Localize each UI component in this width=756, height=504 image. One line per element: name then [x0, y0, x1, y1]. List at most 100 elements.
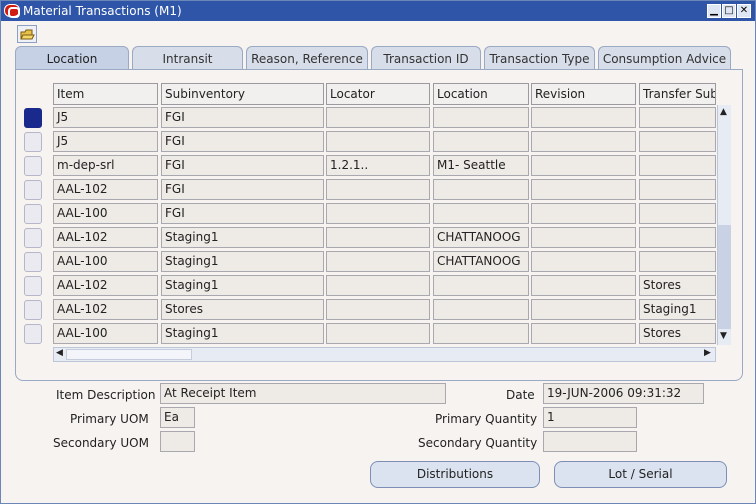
cell-locator[interactable] — [326, 275, 430, 296]
item-description-field[interactable]: At Receipt Item — [160, 383, 446, 404]
cell-subinventory[interactable]: Staging1 — [161, 251, 324, 272]
cell-transfer-sub[interactable] — [639, 107, 716, 128]
cell-revision[interactable] — [531, 323, 636, 344]
cell-revision[interactable] — [531, 299, 636, 320]
scroll-down-icon[interactable]: ▼ — [720, 331, 727, 341]
row-selector[interactable] — [24, 180, 42, 200]
oracle-logo-icon — [4, 4, 20, 18]
row-selector[interactable] — [24, 300, 42, 320]
cell-item[interactable]: AAL-102 — [53, 299, 158, 320]
cell-location[interactable] — [433, 323, 529, 344]
cell-transfer-sub[interactable] — [639, 155, 716, 176]
maximize-icon[interactable]: □ — [722, 4, 736, 18]
cell-location[interactable] — [433, 179, 529, 200]
cell-locator[interactable] — [326, 179, 430, 200]
cell-revision[interactable] — [531, 251, 636, 272]
tab-transaction-id[interactable]: Transaction ID — [371, 46, 481, 70]
cell-locator[interactable] — [326, 203, 430, 224]
cell-transfer-sub[interactable]: Staging1 — [639, 299, 716, 320]
cell-subinventory[interactable]: Stores — [161, 299, 324, 320]
row-selector[interactable] — [24, 252, 42, 272]
cell-locator[interactable] — [326, 299, 430, 320]
cell-transfer-sub[interactable] — [639, 203, 716, 224]
row-selector[interactable] — [24, 276, 42, 296]
open-folder-icon — [20, 29, 35, 40]
cell-subinventory[interactable]: Staging1 — [161, 275, 324, 296]
cell-item[interactable]: m-dep-srl — [53, 155, 158, 176]
cell-location[interactable] — [433, 299, 529, 320]
row-selector[interactable] — [24, 108, 42, 128]
cell-transfer-sub[interactable] — [639, 179, 716, 200]
minimize-icon[interactable]: ▁ — [707, 4, 721, 18]
scroll-right-icon[interactable]: ▶ — [704, 348, 711, 358]
horizontal-scrollbar[interactable]: ◀ ▶ — [53, 347, 716, 362]
cell-locator[interactable] — [326, 107, 430, 128]
cell-locator[interactable] — [326, 227, 430, 248]
material-transactions-window: Material Transactions (M1) ▁ □ ✕ Locatio… — [0, 0, 756, 504]
tab-consumption-advice[interactable]: Consumption Advice — [598, 46, 731, 70]
cell-location[interactable]: CHATTANOOG — [433, 227, 529, 248]
row-selector[interactable] — [24, 204, 42, 224]
cell-revision[interactable] — [531, 227, 636, 248]
cell-location[interactable] — [433, 131, 529, 152]
cell-item[interactable]: J5 — [53, 131, 158, 152]
cell-subinventory[interactable]: FGI — [161, 155, 324, 176]
cell-item[interactable]: AAL-100 — [53, 323, 158, 344]
row-selector[interactable] — [24, 156, 42, 176]
cell-locator[interactable] — [326, 251, 430, 272]
primary-quantity-field[interactable]: 1 — [543, 407, 637, 428]
cell-revision[interactable] — [531, 131, 636, 152]
scroll-up-icon[interactable]: ▲ — [720, 107, 727, 117]
row-selector[interactable] — [24, 228, 42, 248]
cell-transfer-sub[interactable]: Stores — [639, 275, 716, 296]
close-icon[interactable]: ✕ — [737, 4, 751, 18]
tab-transaction-type[interactable]: Transaction Type — [484, 46, 595, 70]
cell-item[interactable]: AAL-100 — [53, 203, 158, 224]
primary-uom-field[interactable]: Ea — [160, 407, 195, 428]
vertical-scrollbar[interactable]: ▲ ▼ — [717, 105, 731, 345]
cell-item[interactable]: AAL-102 — [53, 275, 158, 296]
vertical-scroll-thumb[interactable] — [718, 225, 731, 329]
cell-subinventory[interactable]: FGI — [161, 131, 324, 152]
cell-revision[interactable] — [531, 107, 636, 128]
cell-item[interactable]: AAL-102 — [53, 179, 158, 200]
cell-transfer-sub[interactable]: Stores — [639, 323, 716, 344]
tab-intransit[interactable]: Intransit — [132, 46, 243, 70]
scroll-left-icon[interactable]: ◀ — [56, 348, 63, 358]
cell-locator[interactable]: 1.2.1.. — [326, 155, 430, 176]
cell-location[interactable] — [433, 203, 529, 224]
horizontal-scroll-thumb[interactable] — [66, 349, 192, 360]
cell-revision[interactable] — [531, 155, 636, 176]
row-selector[interactable] — [24, 324, 42, 344]
cell-locator[interactable] — [326, 323, 430, 344]
lot-serial-button[interactable]: Lot / Serial — [554, 461, 727, 488]
cell-item[interactable]: J5 — [53, 107, 158, 128]
cell-item[interactable]: AAL-102 — [53, 227, 158, 248]
cell-transfer-sub[interactable] — [639, 227, 716, 248]
secondary-uom-field[interactable] — [160, 431, 195, 452]
cell-location[interactable]: M1- Seattle — [433, 155, 529, 176]
open-folder-button[interactable] — [17, 25, 37, 43]
cell-location[interactable] — [433, 275, 529, 296]
cell-location[interactable] — [433, 107, 529, 128]
cell-subinventory[interactable]: FGI — [161, 107, 324, 128]
date-field[interactable]: 19-JUN-2006 09:31:32 — [543, 383, 704, 404]
cell-item[interactable]: AAL-100 — [53, 251, 158, 272]
distributions-button[interactable]: Distributions — [370, 461, 540, 488]
cell-subinventory[interactable]: Staging1 — [161, 227, 324, 248]
cell-revision[interactable] — [531, 179, 636, 200]
secondary-quantity-field[interactable] — [543, 431, 637, 452]
cell-subinventory[interactable]: FGI — [161, 203, 324, 224]
cell-transfer-sub[interactable] — [639, 251, 716, 272]
cell-locator[interactable] — [326, 131, 430, 152]
cell-subinventory[interactable]: FGI — [161, 179, 324, 200]
row-selector[interactable] — [24, 132, 42, 152]
cell-revision[interactable] — [531, 203, 636, 224]
column-header-item: Item — [53, 83, 158, 105]
cell-revision[interactable] — [531, 275, 636, 296]
cell-subinventory[interactable]: Staging1 — [161, 323, 324, 344]
cell-location[interactable]: CHATTANOOG — [433, 251, 529, 272]
tab-reason-reference[interactable]: Reason, Reference — [246, 46, 368, 70]
cell-transfer-sub[interactable] — [639, 131, 716, 152]
date-label: Date — [506, 388, 535, 402]
